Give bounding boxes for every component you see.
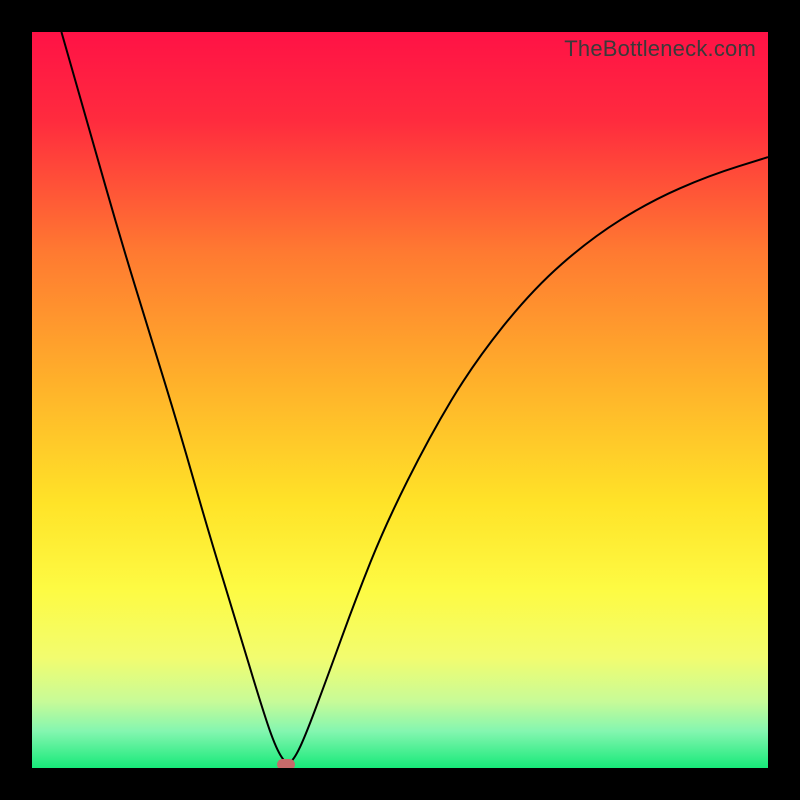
- watermark-text: TheBottleneck.com: [564, 36, 756, 62]
- curve-layer: [32, 32, 768, 768]
- optimum-marker: [277, 759, 295, 768]
- chart-frame: TheBottleneck.com: [0, 0, 800, 800]
- plot-area: TheBottleneck.com: [32, 32, 768, 768]
- bottleneck-curve: [61, 32, 768, 763]
